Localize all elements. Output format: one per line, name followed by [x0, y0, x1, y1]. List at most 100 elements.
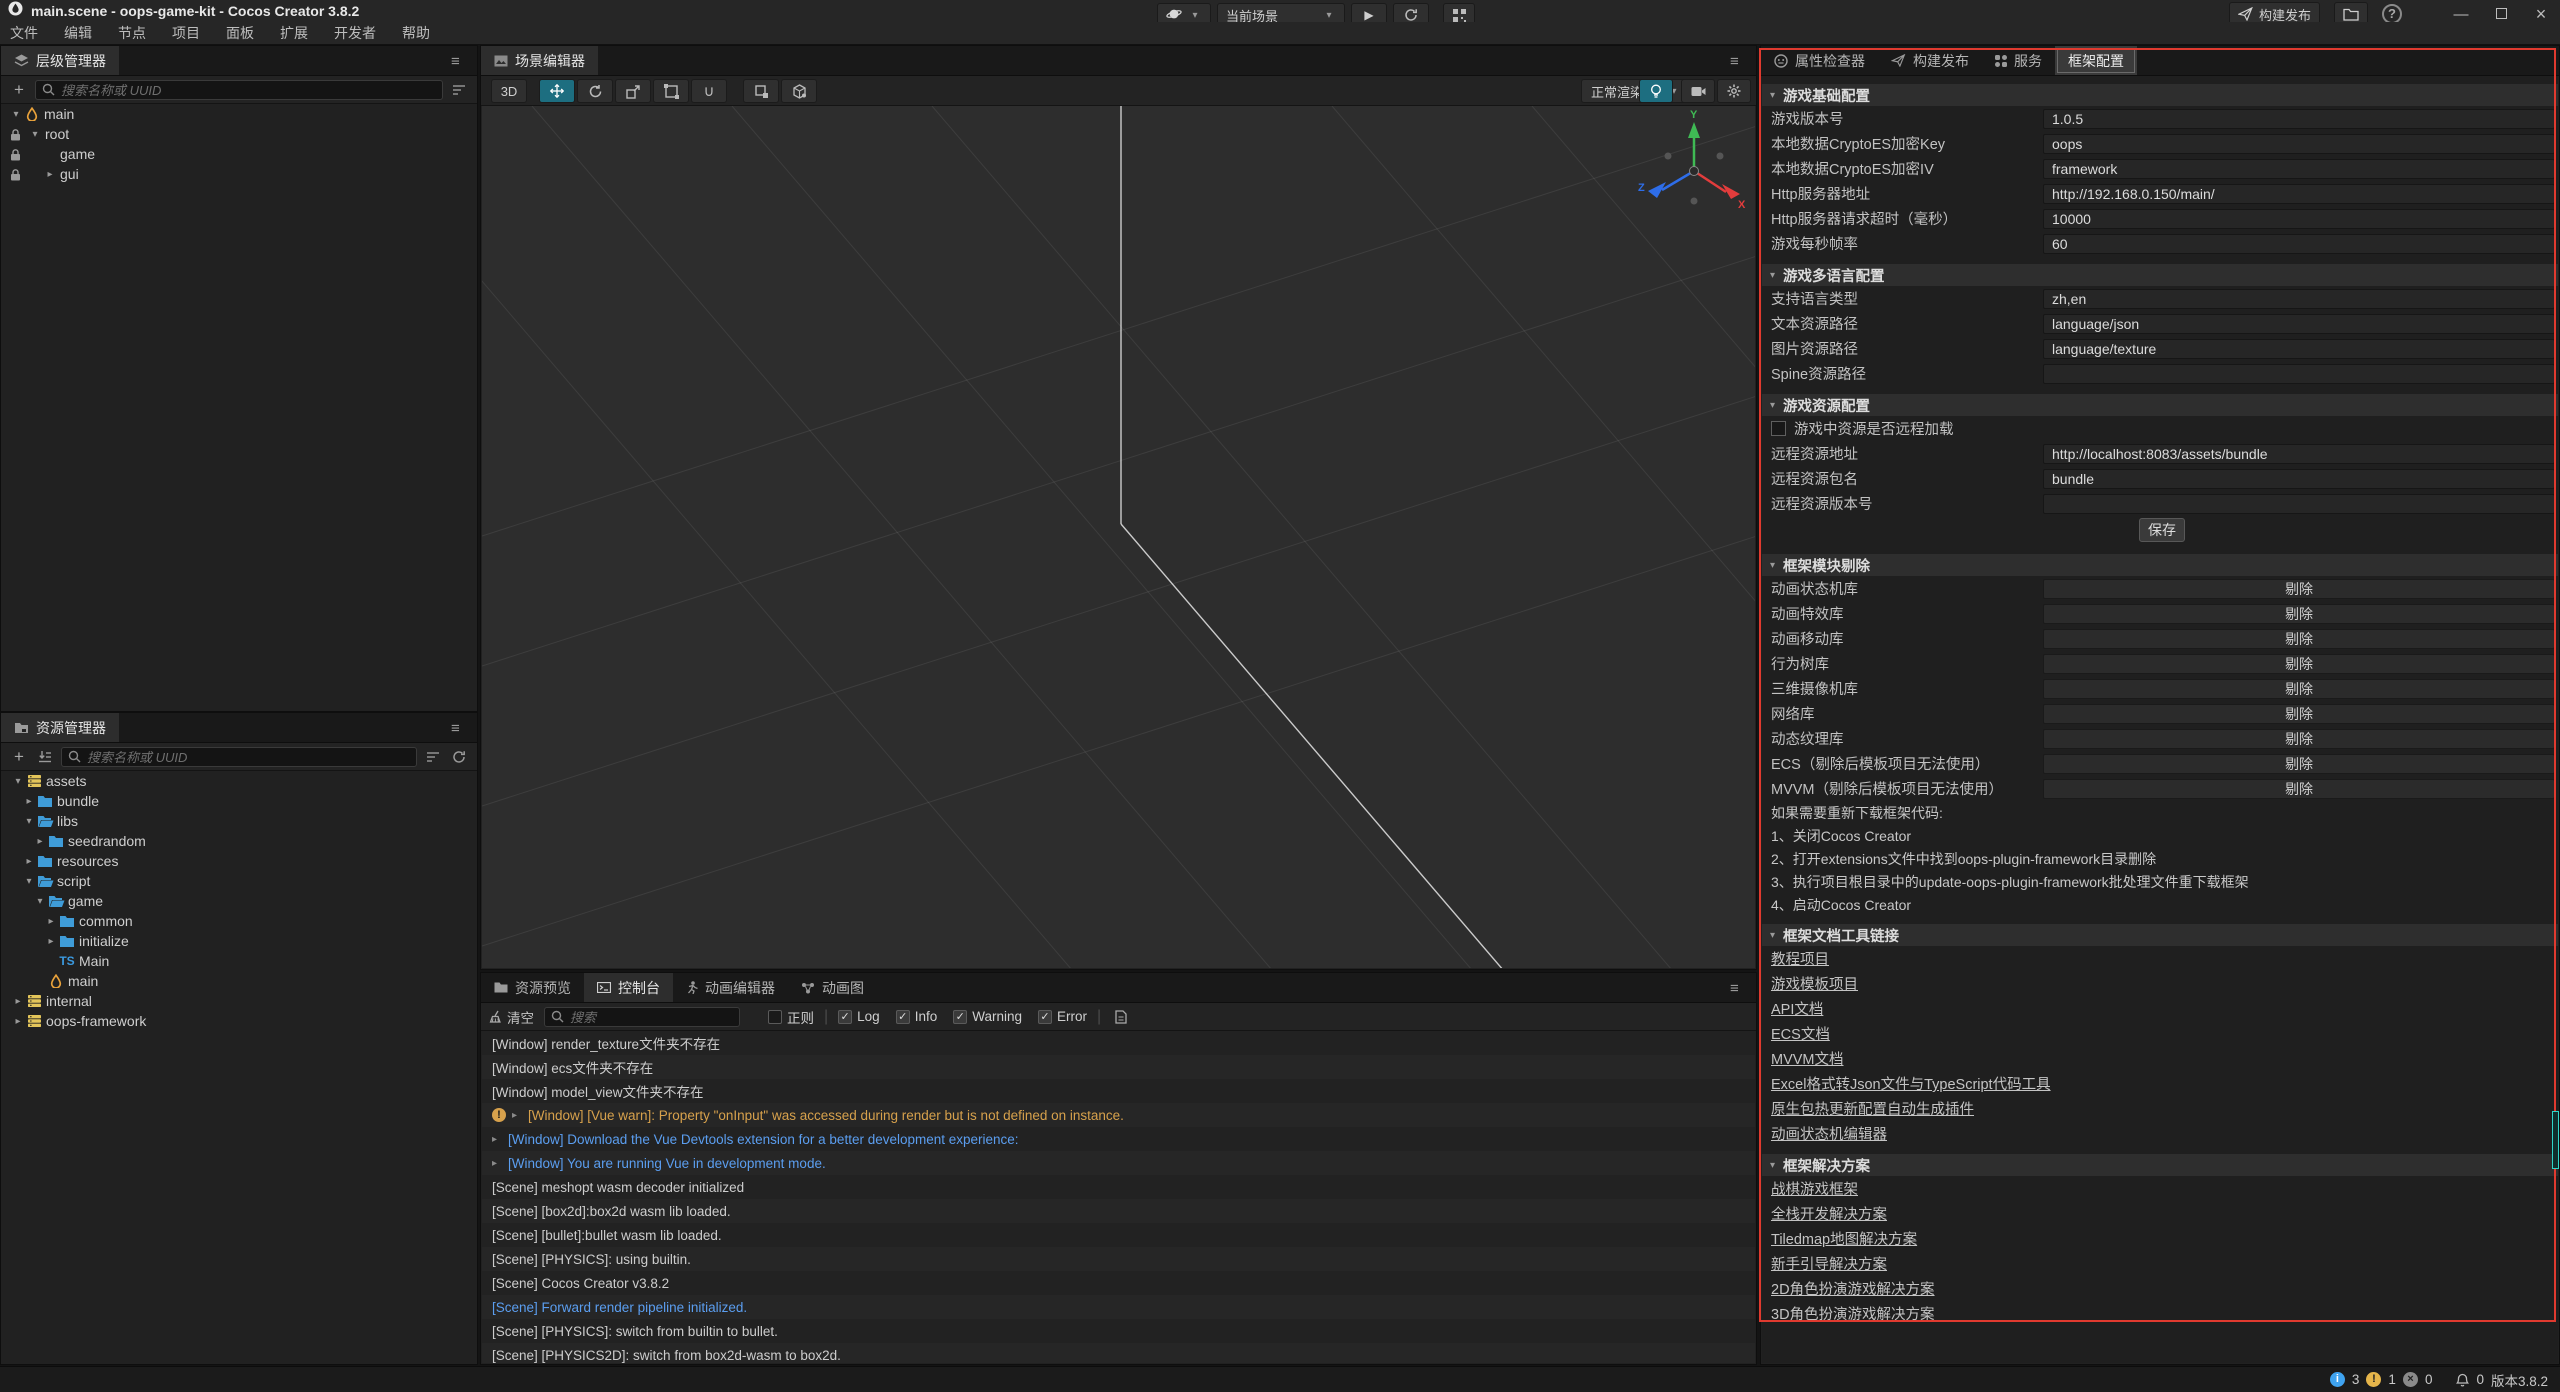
- tab-动画编辑器[interactable]: 动画编辑器: [673, 973, 788, 1002]
- config-input[interactable]: [2043, 494, 2555, 514]
- doc-link[interactable]: 2D角色扮演游戏解决方案: [1771, 1278, 1935, 1299]
- tree-row-game[interactable]: ▾game: [1, 891, 477, 911]
- collapse-arrow-icon[interactable]: ▾: [1770, 1160, 1775, 1171]
- menu-项目[interactable]: 项目: [172, 23, 200, 43]
- remove-module-button[interactable]: 剔除: [2043, 779, 2555, 799]
- tab-资源预览[interactable]: 资源预览: [481, 973, 584, 1002]
- regex-checkbox[interactable]: 正则: [768, 1007, 814, 1027]
- tree-row-bundle[interactable]: ▸bundle: [1, 791, 477, 811]
- tree-row-seedrandom[interactable]: ▸seedrandom: [1, 831, 477, 851]
- tree-expand-arrow[interactable]: ▾: [28, 129, 42, 140]
- remove-module-button[interactable]: 剔除: [2043, 579, 2555, 599]
- tree-row-assets[interactable]: ▾assets: [1, 771, 477, 791]
- tree-row-libs[interactable]: ▾libs: [1, 811, 477, 831]
- tree-row-game[interactable]: game: [1, 144, 477, 164]
- collapse-arrow-icon[interactable]: ▾: [1770, 90, 1775, 101]
- filter-error[interactable]: ✓Error: [1038, 1009, 1087, 1024]
- checkbox-checked[interactable]: ✓: [1038, 1010, 1052, 1024]
- expand-chevron-icon[interactable]: ▸: [492, 1158, 502, 1169]
- checkbox-checked[interactable]: ✓: [838, 1010, 852, 1024]
- remove-module-button[interactable]: 剔除: [2043, 654, 2555, 674]
- log-row[interactable]: [Window] ecs文件夹不存在: [482, 1055, 1755, 1079]
- tree-row-oops-framework[interactable]: ▸oops-framework: [1, 1011, 477, 1031]
- log-row[interactable]: [Scene] [PHYSICS]: switch from builtin t…: [482, 1319, 1755, 1343]
- config-input[interactable]: 10000: [2043, 209, 2555, 229]
- log-row[interactable]: ▸[Window] You are running Vue in develop…: [482, 1151, 1755, 1175]
- menu-扩展[interactable]: 扩展: [280, 23, 308, 43]
- tab-控制台[interactable]: 控制台: [584, 973, 673, 1002]
- tree-expand-arrow[interactable]: ▾: [33, 896, 47, 907]
- tree-expand-arrow[interactable]: ▾: [9, 109, 23, 120]
- lighting-toggle-button[interactable]: [1639, 79, 1673, 103]
- log-file-icon[interactable]: [1111, 1007, 1131, 1027]
- tree-expand-arrow[interactable]: ▾: [22, 816, 36, 827]
- doc-link[interactable]: 全栈开发解决方案: [1771, 1203, 1887, 1224]
- assets-search-input[interactable]: 搜索名称或 UUID: [61, 747, 417, 767]
- doc-link[interactable]: 战棋游戏框架: [1771, 1178, 1858, 1199]
- filter-info[interactable]: ✓Info: [896, 1009, 938, 1024]
- tree-expand-arrow[interactable]: ▸: [44, 936, 58, 947]
- scene-gear-button[interactable]: [1717, 79, 1751, 103]
- log-row[interactable]: [Scene] [bullet]:bullet wasm lib loaded.: [482, 1223, 1755, 1247]
- warning-count-icon[interactable]: !: [2366, 1372, 2381, 1387]
- tree-row-main[interactable]: main: [1, 971, 477, 991]
- menu-节点[interactable]: 节点: [118, 23, 146, 43]
- collapse-arrow-icon[interactable]: ▾: [1770, 270, 1775, 281]
- doc-link[interactable]: 3D角色扮演游戏解决方案: [1771, 1303, 1935, 1324]
- doc-link[interactable]: 动画状态机编辑器: [1771, 1123, 1887, 1144]
- render-mode-select[interactable]: 正常渲染▾: [1581, 79, 1691, 103]
- hierarchy-search-input[interactable]: 搜索名称或 UUID: [35, 80, 443, 100]
- filter-log[interactable]: ✓Log: [838, 1009, 880, 1024]
- collapse-arrow-icon[interactable]: ▾: [1770, 400, 1775, 411]
- maximize-button[interactable]: [2488, 6, 2514, 23]
- doc-link[interactable]: MVVM文档: [1771, 1048, 1844, 1069]
- menu-编辑[interactable]: 编辑: [64, 23, 92, 43]
- remove-module-button[interactable]: 剔除: [2043, 604, 2555, 624]
- tab-服务[interactable]: 服务: [1982, 46, 2055, 75]
- config-input[interactable]: http://192.168.0.150/main/: [2043, 184, 2555, 204]
- tree-expand-arrow[interactable]: ▸: [22, 796, 36, 807]
- clear-console-button[interactable]: 清空: [489, 1007, 534, 1027]
- log-row[interactable]: [Scene] Cocos Creator v3.8.2: [482, 1271, 1755, 1295]
- remote-load-checkbox[interactable]: [1771, 421, 1786, 436]
- tab-构建发布[interactable]: 构建发布: [1878, 46, 1982, 75]
- rotate-tool-button[interactable]: [577, 79, 613, 103]
- menu-开发者[interactable]: 开发者: [334, 23, 376, 43]
- tree-expand-arrow[interactable]: ▸: [11, 1016, 25, 1027]
- expand-chevron-icon[interactable]: ▸: [492, 1134, 502, 1145]
- checkbox-checked[interactable]: ✓: [953, 1010, 967, 1024]
- config-input[interactable]: http://localhost:8083/assets/bundle: [2043, 444, 2555, 464]
- console-search-input[interactable]: 搜索: [544, 1007, 740, 1027]
- log-row[interactable]: [Scene] meshopt wasm decoder initialized: [482, 1175, 1755, 1199]
- tab-assets[interactable]: 资源管理器: [1, 713, 119, 742]
- tree-row-gui[interactable]: ▸gui: [1, 164, 477, 184]
- doc-link[interactable]: Excel格式转Json文件与TypeScript代码工具: [1771, 1073, 2051, 1094]
- error-count-icon[interactable]: ×: [2403, 1372, 2418, 1387]
- snap-anchor-button[interactable]: [743, 79, 779, 103]
- inspector-scrollbar-thumb[interactable]: [2552, 1111, 2559, 1169]
- tree-expand-arrow[interactable]: ▸: [11, 996, 25, 1007]
- scene-viewport[interactable]: Y X Z: [482, 106, 1755, 968]
- help-button[interactable]: ?: [2382, 4, 2402, 24]
- doc-link[interactable]: API文档: [1771, 998, 1823, 1019]
- info-count-icon[interactable]: i: [2330, 1372, 2345, 1387]
- panel-menu-icon[interactable]: ≡: [451, 720, 469, 737]
- log-row[interactable]: !▸[Window] [Vue warn]: Property "onInput…: [482, 1103, 1755, 1127]
- log-row[interactable]: [Window] render_texture文件夹不存在: [482, 1031, 1755, 1055]
- config-input[interactable]: oops: [2043, 134, 2555, 154]
- remove-module-button[interactable]: 剔除: [2043, 754, 2555, 774]
- menu-帮助[interactable]: 帮助: [402, 23, 430, 43]
- section-header[interactable]: ▾框架模块剔除: [1762, 554, 2558, 576]
- config-input[interactable]: 60: [2043, 234, 2555, 254]
- section-header[interactable]: ▾框架解决方案: [1762, 1154, 2558, 1176]
- tree-row-initialize[interactable]: ▸initialize: [1, 931, 477, 951]
- tree-expand-arrow[interactable]: ▸: [33, 836, 47, 847]
- doc-link[interactable]: ECS文档: [1771, 1023, 1830, 1044]
- doc-link[interactable]: 新手引导解决方案: [1771, 1253, 1887, 1274]
- toggle-3d-button[interactable]: 3D: [491, 79, 527, 103]
- move-tool-button[interactable]: [539, 79, 575, 103]
- remove-module-button[interactable]: 剔除: [2043, 679, 2555, 699]
- tree-row-internal[interactable]: ▸internal: [1, 991, 477, 1011]
- config-input[interactable]: framework: [2043, 159, 2555, 179]
- tree-row-main[interactable]: ▾main: [1, 104, 477, 124]
